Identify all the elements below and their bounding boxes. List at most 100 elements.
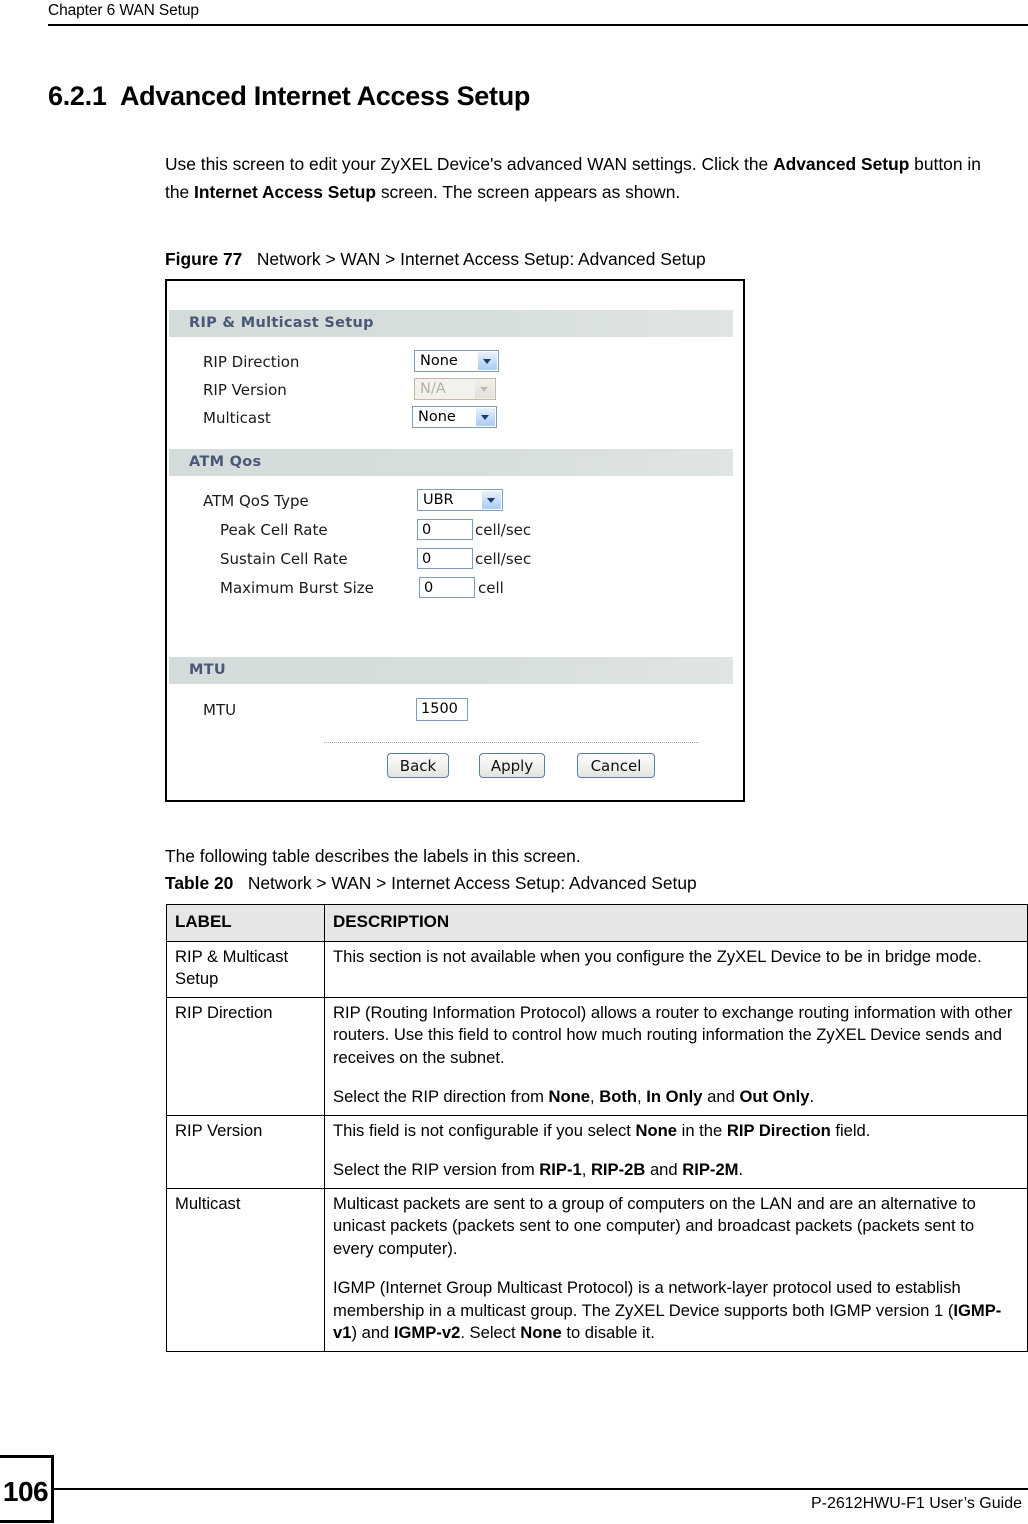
desc-bold-none: None: [635, 1120, 678, 1140]
desc-bold-both: Both: [599, 1087, 638, 1106]
table-row: Multicast Multicast packets are sent to …: [166, 1187, 1028, 1352]
input-maximum-burst-size-value: 0: [424, 580, 434, 596]
section-bar-rip-multicast: RIP & Multicast Setup: [169, 310, 733, 337]
select-rip-version-value: N/A: [420, 381, 446, 397]
select-atm-qos-type[interactable]: UBR: [417, 489, 503, 511]
desc-bold-rip-direction: RIP Direction: [726, 1120, 831, 1140]
desc-text: ) and: [351, 1323, 394, 1342]
desc-bold-rip-1: RIP-1: [539, 1160, 582, 1179]
label-rip-version: RIP Version: [203, 381, 287, 399]
select-multicast[interactable]: None: [412, 406, 497, 428]
header-divider: [48, 24, 1028, 26]
desc-text: .: [809, 1087, 815, 1106]
page-number-box: 106: [0, 1455, 54, 1523]
desc-text: and: [702, 1087, 740, 1106]
table-row: RIP & Multicast Setup This section is no…: [166, 940, 1028, 998]
chevron-down-icon[interactable]: [482, 491, 501, 509]
page-title: 6.2.1 Advanced Internet Access Setup: [48, 81, 531, 112]
desc-text: RIP (Routing Information Protocol) allow…: [333, 1002, 1013, 1067]
intro-text-1: Use this screen to edit your ZyXEL Devic…: [165, 154, 774, 175]
unit-peak-cell-rate: cell/sec: [475, 521, 532, 539]
select-rip-direction[interactable]: None: [414, 350, 499, 372]
row-label-rip-version: RIP Version: [166, 1114, 325, 1189]
desc-text: This field is not configurable if you se…: [333, 1120, 636, 1140]
select-multicast-value: None: [418, 409, 456, 425]
back-button[interactable]: Back: [387, 753, 449, 778]
desc-text: ,: [637, 1087, 647, 1106]
row-description-rip-multicast-setup: This section is not available when you c…: [324, 940, 1028, 998]
desc-bold-none: None: [520, 1323, 562, 1342]
desc-bold-in-only: In Only: [646, 1087, 703, 1106]
desc-bold-none: None: [548, 1087, 590, 1106]
desc-text: ,: [590, 1087, 600, 1106]
section-bar-atm-qos: ATM Qos: [169, 449, 733, 476]
labels-table: LABEL DESCRIPTION RIP & Multicast Setup …: [166, 904, 1028, 1352]
section-title-rip-multicast: RIP & Multicast Setup: [189, 315, 374, 331]
input-mtu-value: 1500: [421, 701, 458, 717]
button-separator: [324, 742, 699, 744]
row-description-rip-version: This field is not configurable if you se…: [324, 1114, 1028, 1189]
desc-bold-rip-2b: RIP-2B: [590, 1160, 646, 1179]
label-rip-direction: RIP Direction: [203, 353, 300, 371]
cancel-button[interactable]: Cancel: [577, 753, 655, 778]
unit-maximum-burst-size: cell: [478, 579, 504, 597]
label-mtu: MTU: [203, 701, 237, 719]
page-number: 106: [2, 1476, 49, 1507]
label-atm-qos-type: ATM QoS Type: [203, 492, 309, 510]
desc-text: . Select: [460, 1323, 521, 1342]
desc-text: Select the RIP direction from: [333, 1087, 549, 1106]
intro-bold-internet-access-setup: Internet Access Setup: [194, 181, 377, 202]
label-peak-cell-rate: Peak Cell Rate: [220, 521, 328, 539]
chevron-down-icon[interactable]: [476, 408, 495, 426]
following-paragraph: The following table describes the labels…: [165, 846, 581, 867]
back-button-label: Back: [399, 757, 437, 775]
row-description-multicast: Multicast packets are sent to a group of…: [324, 1187, 1028, 1352]
desc-text: and: [645, 1160, 683, 1179]
figure-caption-label: Figure 77: [165, 249, 243, 269]
input-peak-cell-rate[interactable]: 0: [417, 519, 473, 540]
desc-text: field.: [830, 1120, 871, 1140]
desc-text: ,: [581, 1160, 591, 1179]
chevron-down-icon: [475, 380, 494, 398]
chevron-down-icon[interactable]: [478, 352, 497, 370]
apply-button-label: Apply: [490, 757, 534, 775]
label-maximum-burst-size: Maximum Burst Size: [220, 579, 374, 597]
select-rip-direction-value: None: [420, 353, 458, 369]
table-caption-text: Network > WAN > Internet Access Setup: A…: [247, 873, 697, 893]
figure-caption: Figure 77 Network > WAN > Internet Acces…: [165, 249, 706, 270]
input-mtu[interactable]: 1500: [416, 698, 468, 721]
select-rip-version: N/A: [414, 378, 496, 400]
intro-text-3: screen. The screen appears as shown.: [376, 181, 681, 202]
table-caption-label: Table 20: [165, 873, 234, 893]
select-atm-qos-type-value: UBR: [423, 492, 454, 508]
cancel-button-label: Cancel: [590, 757, 642, 775]
desc-text: This section is not available when you c…: [333, 946, 982, 966]
figure-caption-text: Network > WAN > Internet Access Setup: A…: [256, 249, 706, 269]
desc-bold-out-only: Out Only: [739, 1087, 810, 1106]
desc-bold-rip-2m: RIP-2M: [682, 1160, 739, 1179]
figure-screenshot: RIP & Multicast Setup RIP Direction None…: [165, 279, 745, 802]
desc-text: IGMP (Internet Group Multicast Protocol)…: [333, 1278, 961, 1320]
footer-divider: [54, 1488, 1028, 1490]
table-row: RIP Version This field is not configurab…: [166, 1114, 1028, 1189]
row-label-rip-direction: RIP Direction: [166, 996, 325, 1116]
row-description-rip-direction: RIP (Routing Information Protocol) allow…: [324, 996, 1028, 1116]
guide-title: P-2612HWU-F1 User’s Guide: [810, 1495, 1022, 1512]
table-header-row: LABEL DESCRIPTION: [166, 904, 1028, 942]
desc-text: .: [738, 1160, 744, 1179]
label-sustain-cell-rate: Sustain Cell Rate: [220, 550, 348, 568]
column-header-label: LABEL: [166, 904, 325, 942]
input-sustain-cell-rate[interactable]: 0: [417, 548, 473, 569]
section-bar-mtu: MTU: [169, 657, 733, 684]
intro-paragraph: Use this screen to edit your ZyXEL Devic…: [165, 151, 995, 206]
unit-sustain-cell-rate: cell/sec: [475, 550, 532, 568]
desc-text: Multicast packets are sent to a group of…: [333, 1193, 976, 1258]
column-header-description: DESCRIPTION: [324, 904, 1028, 942]
input-peak-cell-rate-value: 0: [422, 522, 432, 538]
intro-bold-advanced-setup: Advanced Setup: [773, 154, 910, 175]
apply-button[interactable]: Apply: [479, 753, 545, 778]
input-maximum-burst-size[interactable]: 0: [419, 577, 475, 598]
running-header: Chapter 6 WAN Setup: [48, 2, 199, 19]
